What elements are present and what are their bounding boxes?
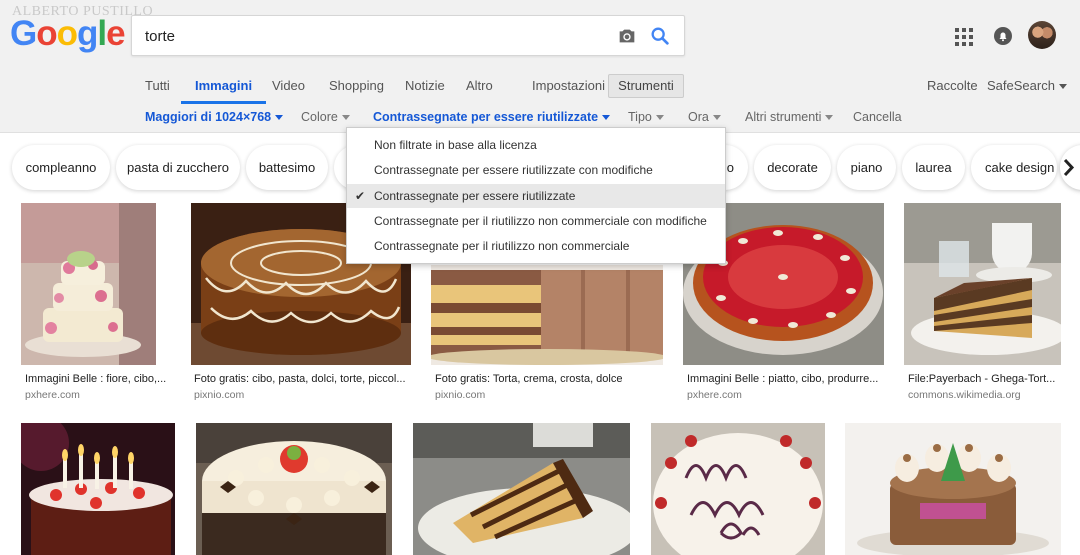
tab-impostazioni[interactable]: Impostazioni <box>532 72 605 104</box>
tab-tutti[interactable]: Tutti <box>145 72 170 104</box>
type-filter[interactable]: Tipo <box>628 108 664 126</box>
chevron-right-icon <box>1063 158 1075 177</box>
search-tabs: Tutti Immagini Video Shopping Notizie Al… <box>0 72 1080 106</box>
chevron-down-icon <box>712 115 721 121</box>
result-caption[interactable]: Foto gratis: Torta, crema, crosta, dolce <box>435 373 665 385</box>
result-image-6[interactable] <box>21 423 175 555</box>
result-caption[interactable]: File:Payerbach - Ghega-Tort... <box>908 373 1068 385</box>
safesearch-menu[interactable]: SafeSearch <box>987 72 1067 104</box>
result-image-5[interactable] <box>904 203 1061 365</box>
time-filter-label: Ora <box>688 110 709 124</box>
size-filter[interactable]: Maggiori di 1024×768 <box>145 108 284 126</box>
chip-battesimo[interactable]: battesimo <box>246 145 328 190</box>
chip-compleanno[interactable]: compleanno <box>12 145 110 190</box>
result-caption[interactable]: Immagini Belle : fiore, cibo,... <box>25 373 175 385</box>
tab-notizie[interactable]: Notizie <box>405 72 445 104</box>
clear-filters-link[interactable]: Cancella <box>853 108 902 126</box>
logo-letter: o <box>56 14 78 53</box>
user-avatar[interactable] <box>1028 21 1056 49</box>
license-option-reuse[interactable]: ✔ Contrassegnate per essere riutilizzate <box>347 184 725 208</box>
license-filter[interactable]: Contrassegnate per essere riutilizzate <box>373 108 611 126</box>
tab-video[interactable]: Video <box>272 72 305 104</box>
tab-altro[interactable]: Altro <box>466 72 493 104</box>
logo-letter: e <box>106 14 125 53</box>
checkmark-icon: ✔ <box>355 189 366 203</box>
license-option-noncommercial-modify[interactable]: Contrassegnate per il riutilizzo non com… <box>347 209 725 233</box>
bell-icon[interactable] <box>993 26 1013 46</box>
result-source: pixnio.com <box>435 389 486 401</box>
license-option-label: Contrassegnate per essere riutilizzate <box>374 189 576 203</box>
color-filter-label: Colore <box>301 110 338 124</box>
license-option-noncommercial[interactable]: Contrassegnate per il riutilizzo non com… <box>347 234 725 258</box>
more-tools-filter[interactable]: Altri strumenti <box>745 108 834 126</box>
safesearch-label: SafeSearch <box>987 78 1055 93</box>
result-source: pxhere.com <box>687 389 742 401</box>
chip-piano[interactable]: piano <box>837 145 896 190</box>
result-caption[interactable]: Foto gratis: cibo, pasta, dolci, torte, … <box>194 373 409 385</box>
license-option-unfiltered[interactable]: Non filtrate in base alla licenza <box>347 133 725 157</box>
chevron-down-icon <box>655 115 664 121</box>
collections-link[interactable]: Raccolte <box>927 72 978 104</box>
license-filter-label: Contrassegnate per essere riutilizzate <box>373 110 599 124</box>
result-image-1[interactable] <box>21 203 156 365</box>
more-tools-label: Altri strumenti <box>745 110 822 124</box>
result-image-3[interactable] <box>431 265 663 365</box>
logo-letter: G <box>10 14 37 53</box>
result-image-8[interactable] <box>413 423 630 555</box>
search-box <box>131 15 685 56</box>
result-source: pixnio.com <box>194 389 245 401</box>
tab-immagini[interactable]: Immagini <box>181 72 267 104</box>
chip-pasta-di-zucchero[interactable]: pasta di zucchero <box>116 145 240 190</box>
chip-cake-design[interactable]: cake design <box>971 145 1057 190</box>
result-source: pxhere.com <box>25 389 80 401</box>
cake-photo <box>651 423 825 555</box>
color-filter[interactable]: Colore <box>301 108 350 126</box>
result-source: commons.wikimedia.org <box>908 389 1021 401</box>
result-image-7[interactable] <box>196 423 392 555</box>
tools-button[interactable]: Strumenti <box>608 74 684 98</box>
chevron-down-icon <box>825 115 834 121</box>
license-option-reuse-modify[interactable]: Contrassegnate per essere riutilizzate c… <box>347 158 725 182</box>
time-filter[interactable]: Ora <box>688 108 721 126</box>
cake-photo <box>413 423 630 555</box>
logo-letter: o <box>36 14 57 53</box>
google-logo[interactable]: Google <box>10 14 126 54</box>
tab-shopping[interactable]: Shopping <box>329 72 384 104</box>
result-image-9[interactable] <box>651 423 825 555</box>
license-dropdown-menu: Non filtrate in base alla licenza Contra… <box>346 127 726 264</box>
chevron-down-icon <box>602 115 611 121</box>
tools-bar: Maggiori di 1024×768 Colore Contrassegna… <box>0 108 1080 128</box>
cake-photo <box>904 203 1061 365</box>
logo-letter: g <box>77 14 98 53</box>
result-image-10[interactable] <box>845 423 1061 555</box>
type-filter-label: Tipo <box>628 110 652 124</box>
chevron-down-icon <box>275 115 284 121</box>
apps-grid-icon[interactable] <box>955 28 973 46</box>
chevron-down-icon <box>1058 84 1067 90</box>
search-input[interactable] <box>145 24 595 48</box>
result-caption[interactable]: Immagini Belle : piatto, cibo, produrre.… <box>687 373 887 385</box>
cake-photo <box>21 423 175 555</box>
cake-photo <box>845 423 1061 555</box>
cake-photo <box>431 265 663 365</box>
search-icon[interactable] <box>649 25 671 47</box>
size-filter-label: Maggiori di 1024×768 <box>145 110 272 124</box>
chip-decorate[interactable]: decorate <box>754 145 831 190</box>
camera-icon[interactable] <box>616 25 638 47</box>
logo-letter: l <box>97 14 107 53</box>
chip-laurea[interactable]: laurea <box>902 145 965 190</box>
chips-next-button[interactable] <box>1060 145 1080 190</box>
cake-photo <box>21 203 156 365</box>
chevron-down-icon <box>341 115 350 121</box>
cake-photo <box>196 423 392 555</box>
